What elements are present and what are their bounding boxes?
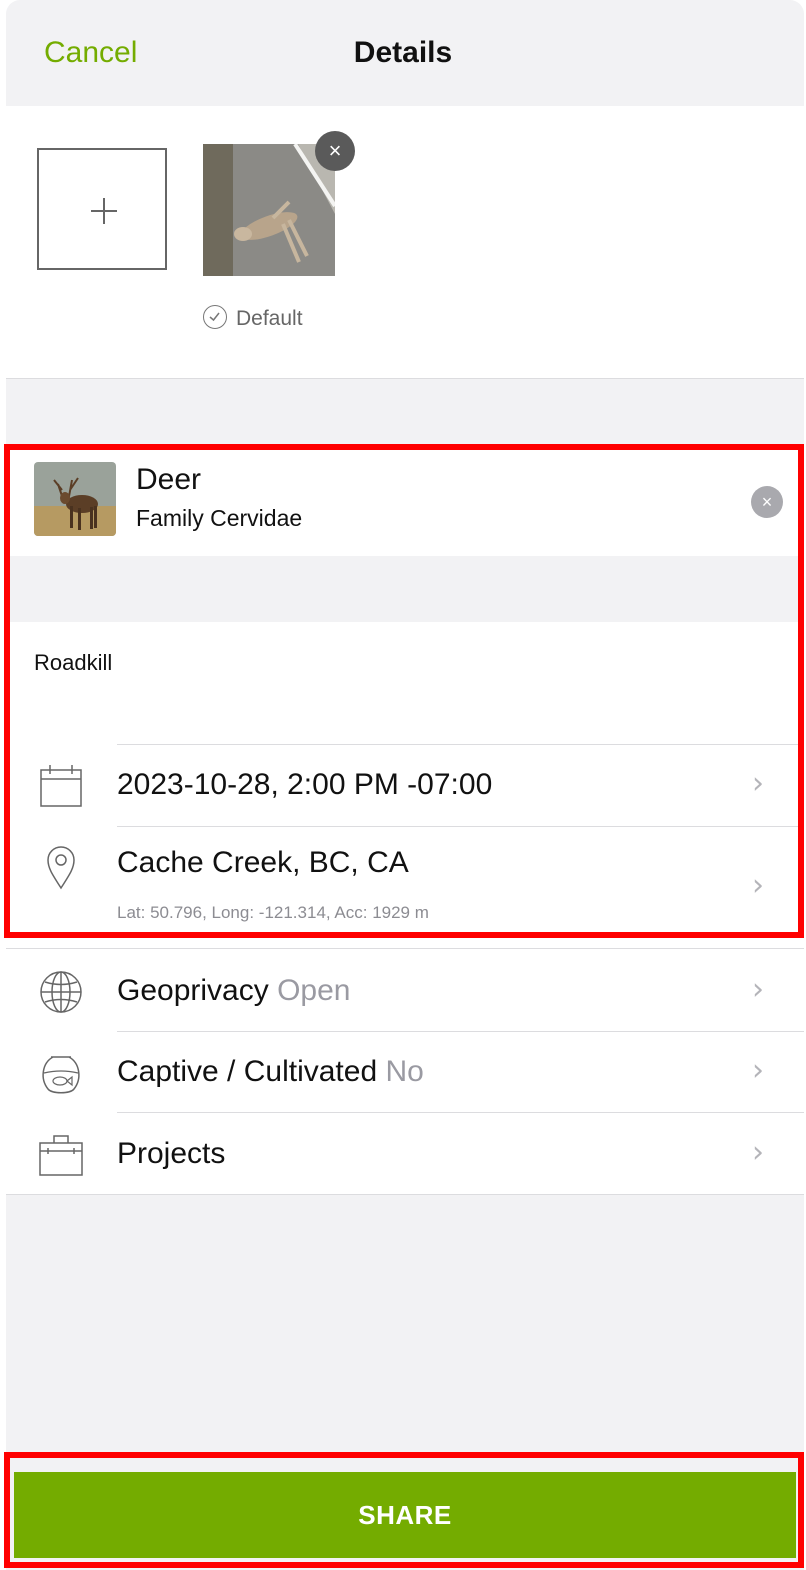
species-common-name[interactable]: Deer	[136, 463, 201, 497]
chevron-right-icon: ›	[752, 1053, 764, 1088]
divider	[117, 744, 804, 745]
photo-thumbnail[interactable]	[203, 144, 335, 276]
chevron-right-icon: ›	[752, 972, 764, 1007]
captive-row[interactable]: Captive / Cultivated No	[117, 1055, 424, 1089]
page-title: Details	[353, 36, 453, 69]
fishbowl-icon	[36, 1049, 86, 1099]
add-photo-button[interactable]	[37, 148, 167, 270]
section-separator	[6, 378, 804, 448]
chevron-right-icon: ›	[752, 868, 764, 903]
default-photo-label[interactable]: Default	[236, 307, 303, 331]
briefcase-icon	[36, 1131, 86, 1181]
species-taxon[interactable]: Family Cervidae	[136, 505, 302, 532]
remove-photo-button[interactable]: ×	[315, 131, 355, 171]
close-icon: ×	[328, 138, 342, 163]
chevron-right-icon: ›	[752, 766, 764, 801]
geoprivacy-value: Open	[277, 974, 351, 1007]
close-icon: ×	[761, 492, 773, 512]
globe-icon	[36, 967, 86, 1017]
calendar-icon	[36, 762, 86, 812]
remove-species-button[interactable]: ×	[751, 486, 783, 518]
notes-field[interactable]: Roadkill	[34, 650, 112, 676]
divider	[117, 1031, 804, 1032]
divider	[117, 826, 804, 827]
date-row[interactable]: 2023-10-28, 2:00 PM -07:00	[117, 768, 492, 802]
divider	[6, 948, 804, 949]
captive-value: No	[385, 1055, 424, 1088]
chevron-right-icon: ›	[752, 1135, 764, 1170]
divider	[117, 1112, 804, 1113]
species-thumbnail[interactable]	[34, 462, 116, 536]
check-circle-icon[interactable]	[203, 305, 227, 329]
section-separator	[6, 556, 804, 622]
share-button[interactable]: SHARE	[14, 1472, 796, 1558]
location-coordinates: Lat: 50.796, Long: -121.314, Acc: 1929 m	[117, 903, 429, 922]
geoprivacy-row[interactable]: Geoprivacy Open	[117, 974, 350, 1008]
divider	[6, 378, 804, 379]
location-row[interactable]: Cache Creek, BC, CA	[117, 846, 409, 880]
divider	[6, 1194, 804, 1195]
projects-row[interactable]: Projects	[117, 1137, 225, 1171]
map-pin-icon	[36, 842, 86, 892]
geoprivacy-label: Geoprivacy	[117, 974, 269, 1007]
captive-label: Captive / Cultivated	[117, 1055, 378, 1088]
